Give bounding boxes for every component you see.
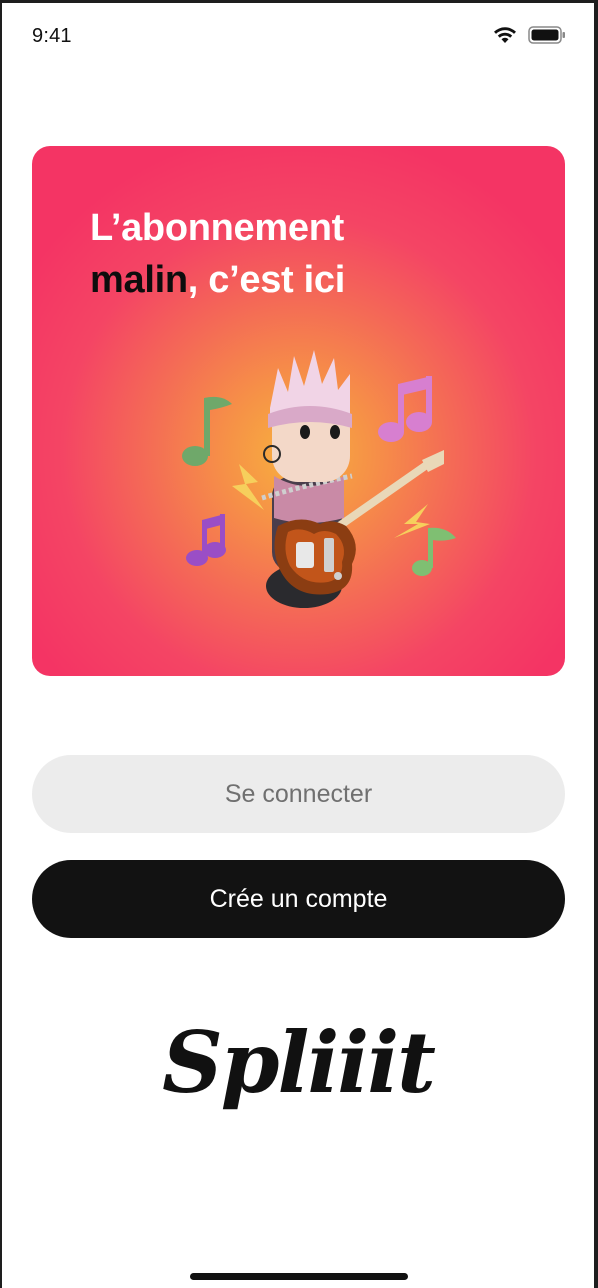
hero-title-rest: , c’est ici bbox=[187, 259, 346, 301]
hero-banner: L’abonnement malin, c’est ici bbox=[32, 146, 565, 676]
brand-logo: Spliiit bbox=[162, 1013, 436, 1112]
status-bar: 9:41 bbox=[2, 3, 594, 67]
music-note-icon bbox=[186, 514, 226, 566]
login-button[interactable]: Se connecter bbox=[32, 755, 565, 833]
status-icons bbox=[492, 25, 566, 50]
create-account-button[interactable]: Crée un compte bbox=[32, 860, 565, 938]
wifi-icon bbox=[492, 25, 518, 50]
music-note-icon bbox=[378, 376, 432, 442]
hero-title-line2: malin, c’est ici bbox=[90, 254, 345, 306]
lightning-icon bbox=[394, 504, 430, 538]
music-note-icon bbox=[412, 527, 456, 576]
lightning-icon bbox=[232, 464, 264, 510]
app-screen: 9:41 L’abonnement malin, c’est ici Se co… bbox=[2, 3, 594, 1288]
music-note-icon bbox=[182, 396, 232, 466]
hero-title: L’abonnement malin, c’est ici bbox=[90, 202, 345, 306]
hero-title-line1: L’abonnement bbox=[90, 207, 344, 249]
hero-title-accent: malin bbox=[90, 259, 188, 301]
home-indicator[interactable] bbox=[190, 1273, 408, 1280]
status-time: 9:41 bbox=[32, 25, 72, 47]
battery-icon bbox=[528, 25, 566, 50]
